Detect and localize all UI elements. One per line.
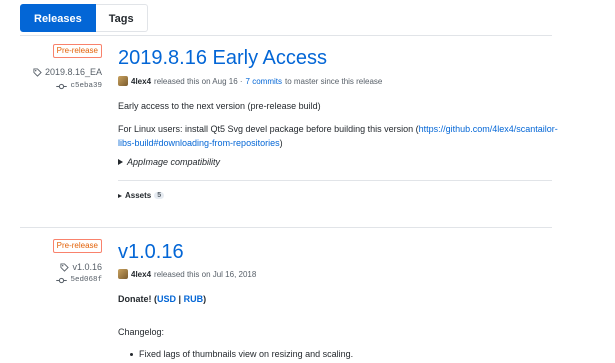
donate-usd-link[interactable]: USD <box>157 294 176 304</box>
release-body-line1: Early access to the next version (pre-re… <box>118 101 321 111</box>
assets-label: Assets <box>125 191 152 200</box>
release-commit[interactable]: c5eba39 <box>56 82 102 90</box>
donate-separator: | <box>178 294 182 304</box>
disclosure-triangle-icon <box>118 193 122 198</box>
release-commit-label: 5ed068f <box>70 276 102 284</box>
release-tag[interactable]: 2019.8.16_EA <box>33 67 102 77</box>
donate-line: Donate! (USD | RUB) <box>118 292 206 306</box>
bullet-icon <box>130 352 133 356</box>
disclosure-triangle-icon <box>118 159 123 165</box>
avatar[interactable] <box>118 76 128 86</box>
commits-suffix: to master since this release <box>285 76 383 86</box>
released-text: released this on Aug 16 · <box>154 76 243 86</box>
release-title[interactable]: 2019.8.16 Early Access <box>118 47 327 70</box>
release-commit-label: c5eba39 <box>70 82 102 90</box>
body-text: For Linux users: install Qt5 Svg devel p… <box>118 124 419 134</box>
release-divider <box>118 180 552 181</box>
donate-label: Donate! <box>118 294 152 304</box>
assets-toggle[interactable]: Assets 5 <box>118 191 165 200</box>
details-summary: AppImage compatibility <box>127 157 221 167</box>
tag-icon <box>60 262 70 272</box>
author-link[interactable]: 4lex4 <box>131 77 151 86</box>
tab-tags[interactable]: Tags <box>95 4 148 32</box>
release-tag-label: v1.0.16 <box>72 262 102 272</box>
tag-icon <box>33 67 42 77</box>
released-text: released this on Jul 16, 2018 <box>154 269 257 279</box>
donate-close: ) <box>203 294 207 304</box>
changelog-label: Changelog: <box>118 327 165 337</box>
prerelease-badge: Pre-release <box>52 44 102 58</box>
donate-rub-link[interactable]: RUB <box>184 294 204 304</box>
release-body-line2: For Linux users: install Qt5 Svg devel p… <box>118 122 558 150</box>
author-link[interactable]: 4lex4 <box>131 270 151 279</box>
changelog-item: Fixed lags of thumbnails view on resizin… <box>130 347 353 361</box>
commits-link[interactable]: 7 commits <box>246 77 282 86</box>
details-appimage[interactable]: AppImage compatibility <box>118 155 220 169</box>
changelog-item-text: Fixed lags of thumbnails view on resizin… <box>139 349 354 359</box>
release-meta: 4lex4 released this on Aug 16 · 7 commit… <box>118 76 382 86</box>
body-text-close: ) <box>279 138 283 148</box>
release-tag[interactable]: v1.0.16 <box>60 262 102 272</box>
commit-icon <box>56 277 68 283</box>
release-commit[interactable]: 5ed068f <box>56 276 102 284</box>
release-tag-label: 2019.8.16_EA <box>44 67 102 77</box>
header-divider <box>20 35 552 36</box>
section-divider <box>20 227 552 228</box>
release-meta: 4lex4 released this on Jul 16, 2018 <box>118 269 256 279</box>
commit-icon <box>56 83 68 89</box>
tab-releases[interactable]: Releases <box>20 4 96 32</box>
avatar[interactable] <box>118 269 128 279</box>
release-tabs: Releases Tags <box>20 4 148 32</box>
assets-count: 5 <box>154 192 165 199</box>
release-title[interactable]: v1.0.16 <box>118 241 184 264</box>
prerelease-badge: Pre-release <box>52 239 102 253</box>
